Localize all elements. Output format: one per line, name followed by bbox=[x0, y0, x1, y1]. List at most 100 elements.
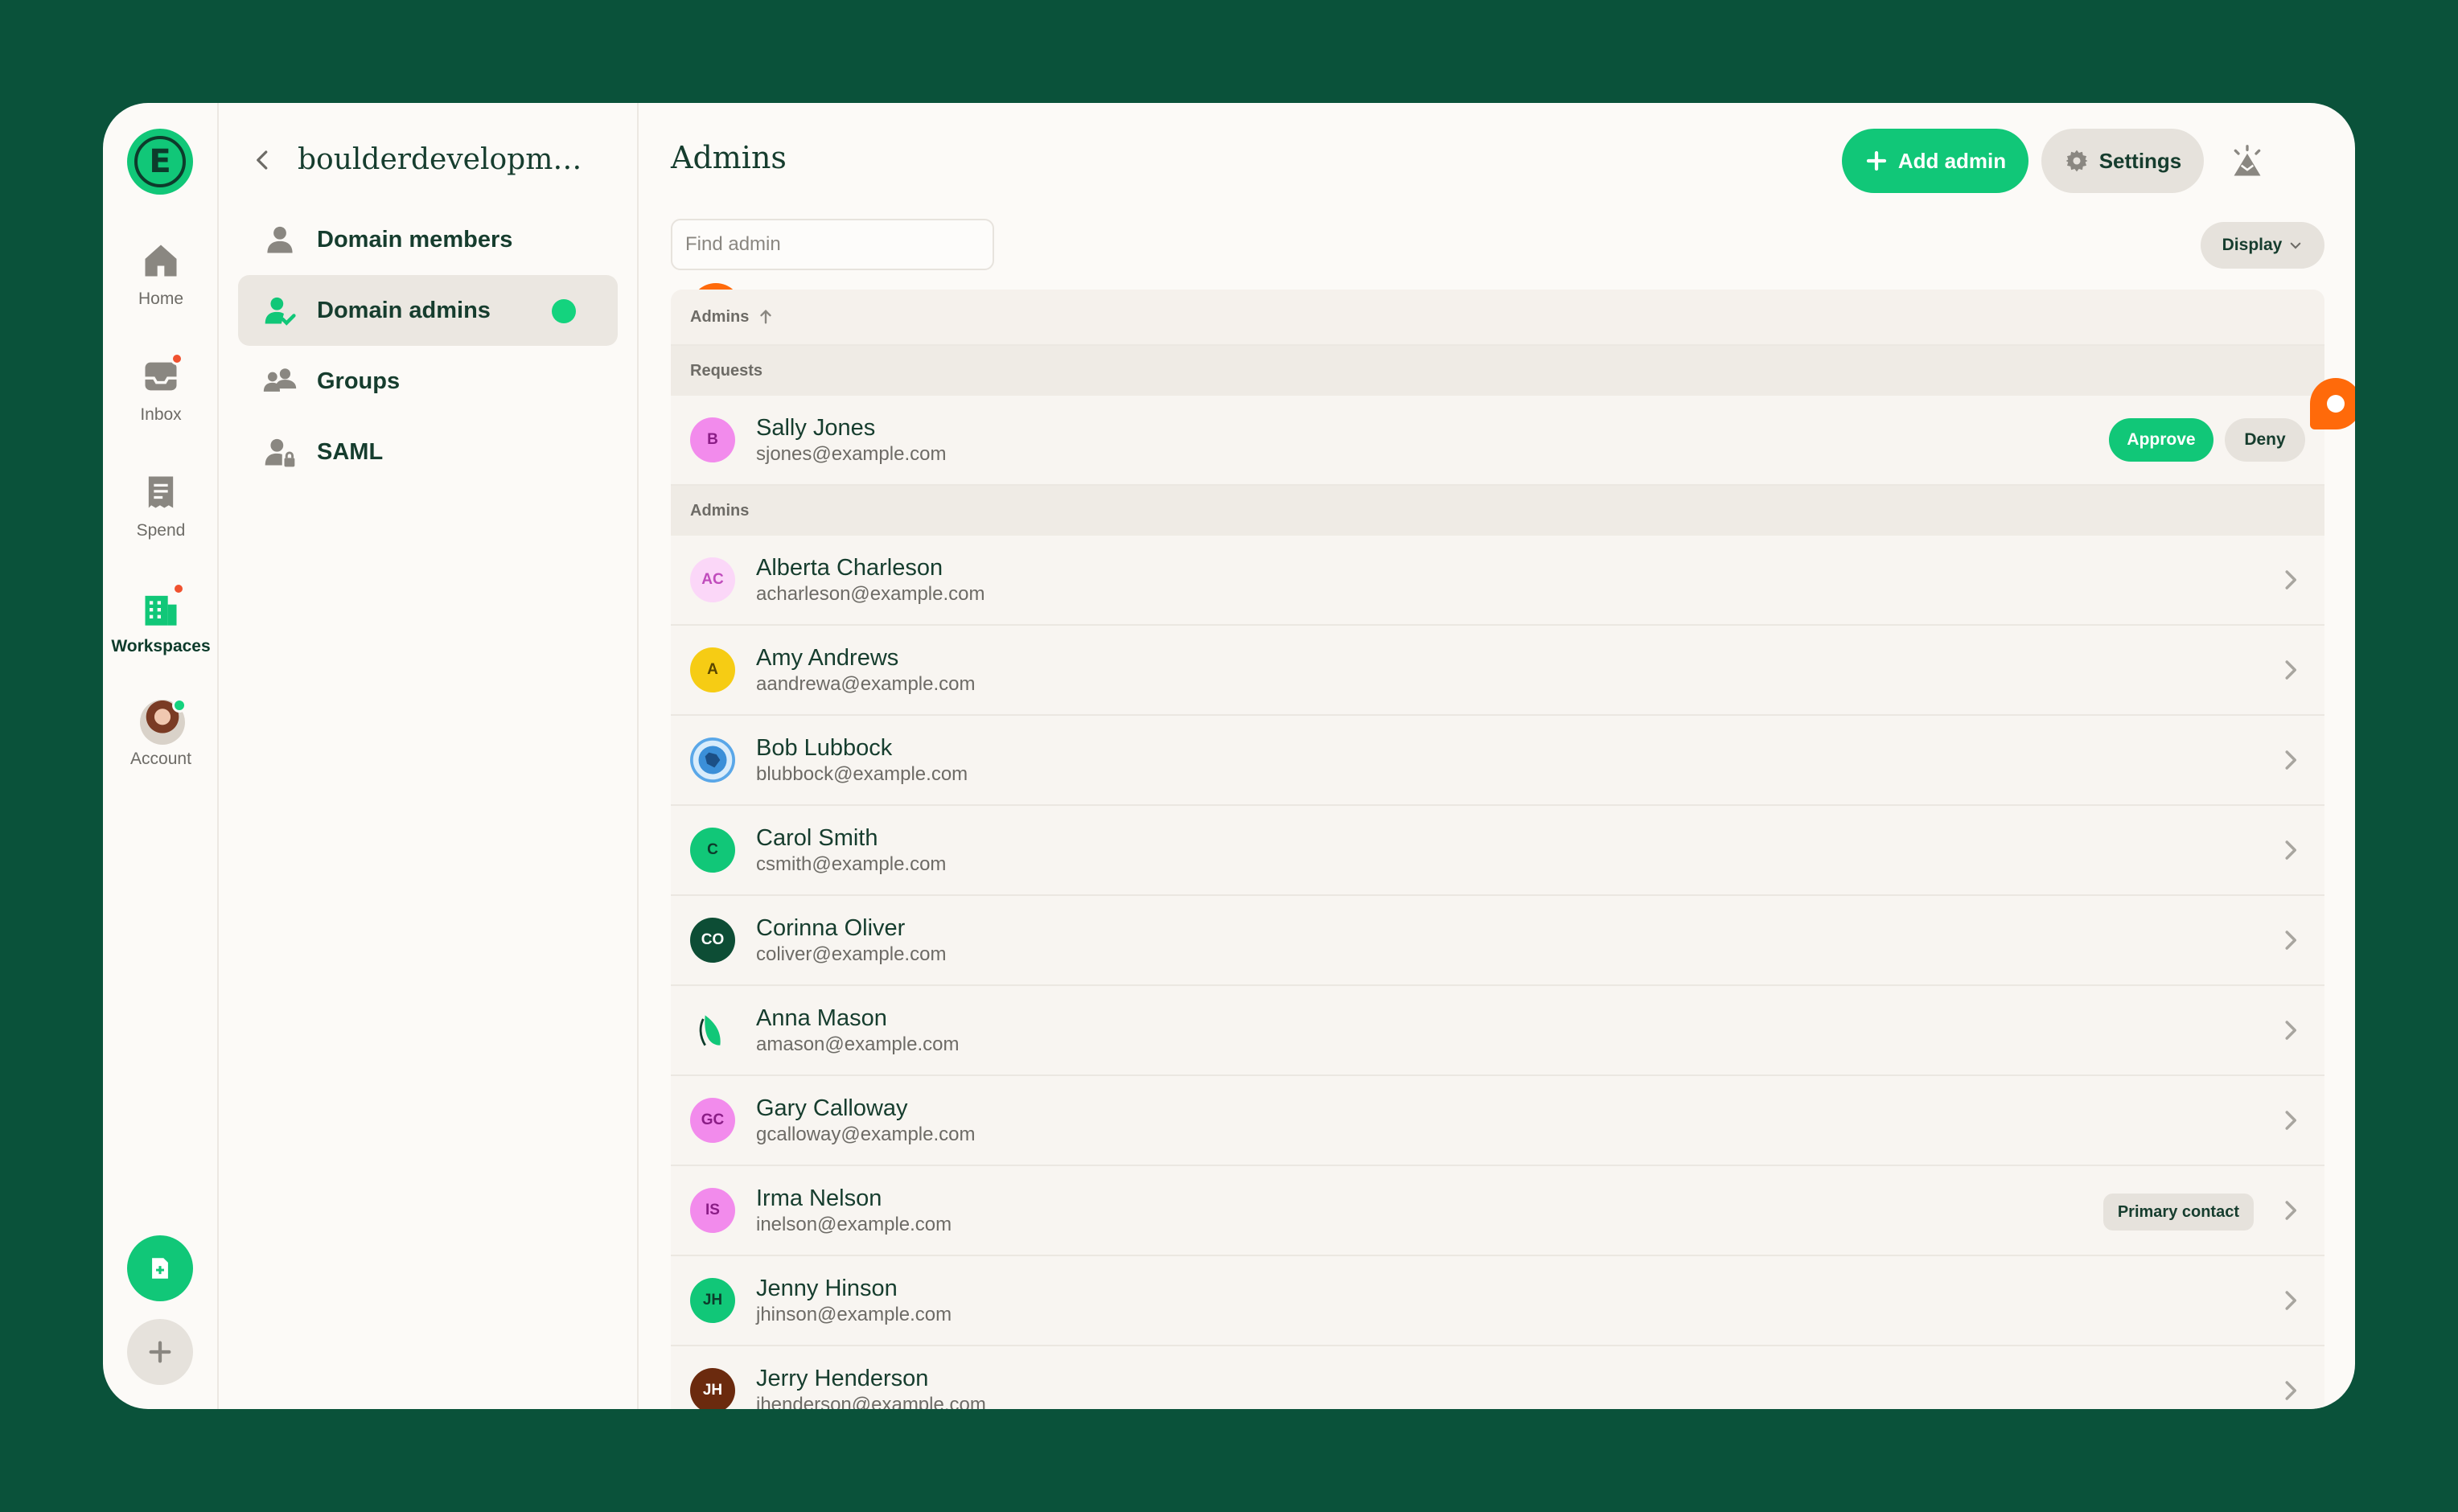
workspace-sidebar: boulderdevelopment Domain members Domain… bbox=[219, 103, 742, 1409]
column-header-admins: Admins bbox=[690, 307, 750, 326]
person-info: Gary Calloway gcalloway@example.com bbox=[756, 1094, 975, 1147]
person-lock-icon bbox=[265, 438, 295, 467]
chevron-right-icon[interactable] bbox=[2278, 568, 2302, 592]
chevron-right-icon[interactable] bbox=[2278, 1018, 2302, 1042]
avatar-initials: JH bbox=[702, 1382, 723, 1399]
person-email: gcalloway@example.com bbox=[756, 1124, 976, 1145]
table-row[interactable]: Bob Lubbock blubbock@example.com bbox=[671, 716, 2324, 806]
online-status-dot bbox=[172, 698, 187, 713]
rail-item-workspaces[interactable]: Workspaces bbox=[103, 582, 219, 656]
person-name: Sally Jones bbox=[756, 415, 876, 441]
person-name: Gary Calloway bbox=[756, 1095, 908, 1121]
approve-button[interactable]: Approve bbox=[2109, 418, 2213, 462]
avatar: CO bbox=[690, 918, 735, 963]
person-info: Bob Lubbock blubbock@example.com bbox=[756, 733, 968, 787]
nav-item-label: SAML bbox=[317, 438, 384, 465]
table-row[interactable]: AC Alberta Charleson acharleson@example.co… bbox=[671, 536, 2324, 626]
new-workspace-button[interactable] bbox=[127, 1235, 193, 1301]
person-info: Anna Mason amason@example.com bbox=[756, 1004, 959, 1057]
person-email: blubbock@example.com bbox=[756, 763, 968, 785]
person-name: Amy Andrews bbox=[756, 645, 899, 671]
person-icon bbox=[267, 226, 293, 253]
chevron-right-icon[interactable] bbox=[2278, 1378, 2302, 1403]
table-row[interactable]: CO Corinna Oliver coliver@example.com bbox=[671, 896, 2324, 986]
nav-item-saml[interactable]: SAML bbox=[238, 417, 618, 487]
avatar bbox=[690, 1008, 735, 1053]
table-row[interactable]: IS Irma Nelson inelson@example.com Primary … bbox=[671, 1166, 2324, 1256]
avatar: B bbox=[690, 417, 735, 462]
receipt-icon bbox=[140, 471, 182, 513]
page-title: Admins bbox=[671, 140, 787, 175]
plus-icon bbox=[149, 1341, 171, 1363]
nav-item-domain-admins[interactable]: Domain admins bbox=[238, 275, 618, 346]
table-header[interactable]: Admins bbox=[671, 290, 2324, 346]
chevron-right-icon[interactable] bbox=[2278, 1288, 2302, 1313]
person-name: Irma Nelson bbox=[756, 1185, 882, 1211]
nav-item-groups[interactable]: Groups bbox=[238, 346, 618, 417]
avatar-initials: GC bbox=[701, 1111, 725, 1128]
avatar-initials: IS bbox=[705, 1202, 720, 1218]
rail-item-home[interactable]: Home bbox=[103, 240, 219, 309]
primary-rail: E Home Inbox Spend Workspaces Account bbox=[103, 103, 219, 1409]
person-info: Sally Jones sjones@example.com bbox=[756, 413, 946, 466]
chevron-right-icon[interactable] bbox=[2278, 658, 2302, 682]
add-button[interactable] bbox=[127, 1319, 193, 1385]
table-row[interactable]: JH Jenny Hinson jhinson@example.com bbox=[671, 1256, 2324, 1346]
avatar-initials: B bbox=[707, 431, 718, 448]
leaf-avatar-icon bbox=[699, 1015, 721, 1046]
table-row[interactable]: JH Jerry Henderson jhenderson@example.com bbox=[671, 1346, 2324, 1409]
person-name: Carol Smith bbox=[756, 825, 878, 851]
logo[interactable]: E bbox=[127, 129, 193, 195]
avatar-initials: AC bbox=[701, 571, 724, 588]
rail-item-account[interactable]: Account bbox=[103, 698, 219, 769]
avatar: C bbox=[690, 828, 735, 873]
chevron-right-icon[interactable] bbox=[2278, 748, 2302, 772]
chevron-right-icon[interactable] bbox=[2278, 1108, 2302, 1132]
admins-table: Admins Requests B Sally Jones sjones@examp… bbox=[671, 290, 2324, 1409]
person-name: Corinna Oliver bbox=[756, 915, 906, 941]
person-info: Carol Smith csmith@example.com bbox=[756, 824, 946, 877]
main-content: Admins Add admin Settings Display Admins… bbox=[639, 103, 2355, 1409]
avatar: IS bbox=[690, 1188, 735, 1233]
plus-icon bbox=[1866, 150, 1886, 171]
back-chevron-icon[interactable] bbox=[251, 148, 275, 172]
rail-item-inbox[interactable]: Inbox bbox=[103, 352, 219, 425]
account-avatar-wrap bbox=[140, 698, 187, 745]
table-row[interactable]: Anna Mason amason@example.com bbox=[671, 986, 2324, 1076]
chevron-right-icon[interactable] bbox=[2278, 838, 2302, 862]
person-email: acharleson@example.com bbox=[756, 583, 985, 605]
admins-list: AC Alberta Charleson acharleson@example.co… bbox=[671, 536, 2324, 1409]
rail-item-spend[interactable]: Spend bbox=[103, 471, 219, 540]
search-input[interactable] bbox=[671, 219, 994, 270]
notification-dot bbox=[172, 582, 185, 595]
nav-item-label: Groups bbox=[317, 368, 401, 394]
table-row[interactable]: GC Gary Calloway gcalloway@example.com bbox=[671, 1076, 2324, 1166]
new-document-icon bbox=[152, 1258, 168, 1279]
app-window: E Home Inbox Spend Workspaces Account bo… bbox=[103, 103, 2355, 1409]
nav-item-domain-members[interactable]: Domain members bbox=[238, 204, 618, 275]
active-indicator-dot bbox=[552, 299, 576, 323]
table-row[interactable]: C Carol Smith csmith@example.com bbox=[671, 806, 2324, 896]
add-admin-button[interactable]: Add admin bbox=[1842, 129, 2028, 193]
person-email: inelson@example.com bbox=[756, 1214, 952, 1235]
person-info: Corinna Oliver coliver@example.com bbox=[756, 914, 946, 967]
settings-button[interactable]: Settings bbox=[2041, 129, 2204, 193]
request-row[interactable]: B Sally Jones sjones@example.com Approve Den… bbox=[671, 396, 2324, 486]
celebrate-icon[interactable] bbox=[2230, 145, 2265, 180]
deny-button[interactable]: Deny bbox=[2225, 418, 2305, 462]
person-email: jhinson@example.com bbox=[756, 1304, 952, 1325]
add-admin-label: Add admin bbox=[1897, 148, 2007, 173]
person-info: Amy Andrews aandrewa@example.com bbox=[756, 643, 976, 696]
avatar: JH bbox=[690, 1278, 735, 1323]
rail-item-label: Account bbox=[130, 750, 191, 768]
person-name: Alberta Charleson bbox=[756, 555, 943, 581]
chevron-right-icon[interactable] bbox=[2278, 1198, 2302, 1222]
avatar: JH bbox=[690, 1368, 735, 1409]
avatar-initials: JH bbox=[702, 1292, 723, 1309]
display-dropdown[interactable]: Display bbox=[2201, 222, 2324, 269]
chevron-right-icon[interactable] bbox=[2278, 928, 2302, 952]
person-name: Jerry Henderson bbox=[756, 1366, 929, 1391]
table-row[interactable]: A Amy Andrews aandrewa@example.com bbox=[671, 626, 2324, 716]
nav-item-label: Domain admins bbox=[317, 297, 491, 323]
hotspot-pin-icon[interactable] bbox=[2310, 378, 2355, 429]
